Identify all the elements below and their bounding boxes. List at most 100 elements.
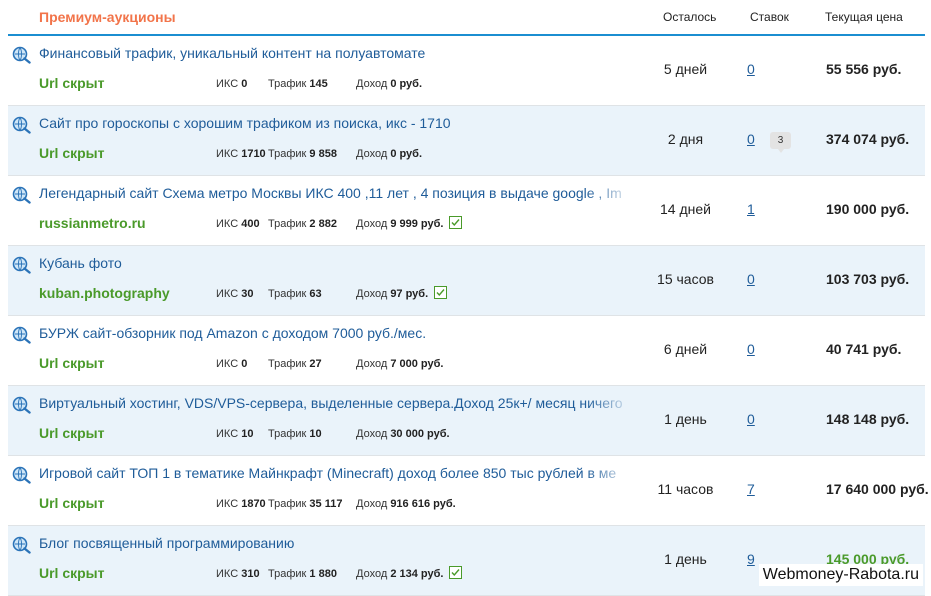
auction-title-link[interactable]: Сайт про гороскопы с хорошим трафиком из… [39, 115, 635, 131]
auction-title-link[interactable]: Виртуальный хостинг, VDS/VPS-сервера, вы… [39, 395, 635, 411]
income-stat: Доход 30 000 руб. [356, 428, 450, 440]
auction-title-link[interactable]: Блог посвященный программированию [39, 535, 635, 551]
income-value: 30 000 руб. [390, 428, 450, 440]
traffic-stat: Трафик 63 [268, 288, 322, 300]
traffic-label: Трафик [268, 358, 307, 370]
current-price: 190 000 руб. [826, 201, 910, 217]
table-row: Сайт про гороскопы с хорошим трафиком из… [8, 106, 925, 176]
traffic-value: 10 [309, 428, 322, 440]
site-url[interactable]: Url скрыт [39, 565, 105, 581]
income-value: 0 руб. [390, 148, 423, 160]
income-stat: Доход 9 999 руб. [356, 218, 443, 230]
iks-value: 0 [241, 78, 248, 90]
site-url[interactable]: Url скрыт [39, 495, 105, 511]
traffic-value: 1 880 [309, 568, 337, 580]
col-current-price[interactable]: Текущая цена [825, 10, 903, 24]
col-bids[interactable]: Ставок [750, 10, 789, 24]
magnifier-globe-icon [12, 536, 32, 554]
checkmark-icon [449, 216, 462, 229]
bids-count-link[interactable]: 0 [747, 131, 755, 147]
table-row: Финансовый трафик, уникальный контент на… [8, 36, 925, 106]
site-url[interactable]: Url скрыт [39, 425, 105, 441]
table-row: Виртуальный хостинг, VDS/VPS-сервера, вы… [8, 386, 925, 456]
iks-stat: ИКС 400 [216, 218, 260, 230]
bids-count-link[interactable]: 1 [747, 201, 755, 217]
iks-value: 10 [241, 428, 254, 440]
income-stat: Доход 0 руб. [356, 78, 422, 90]
bids-count-link[interactable]: 7 [747, 481, 755, 497]
time-left: 2 дня [667, 131, 704, 147]
traffic-value: 9 858 [309, 148, 337, 160]
income-label: Доход [356, 568, 388, 580]
bids-count-link[interactable]: 0 [747, 411, 755, 427]
checkmark-icon [449, 566, 462, 579]
auction-title-link[interactable]: Игровой сайт ТОП 1 в тематике Майнкрафт … [39, 465, 635, 481]
iks-label: ИКС [216, 358, 239, 370]
site-url[interactable]: Url скрыт [39, 355, 105, 371]
iks-value: 310 [241, 568, 260, 580]
bids-count-link[interactable]: 0 [747, 61, 755, 77]
iks-value: 400 [241, 218, 260, 230]
traffic-label: Трафик [268, 218, 307, 230]
magnifier-globe-icon [12, 466, 32, 484]
traffic-value: 63 [309, 288, 322, 300]
iks-stat: ИКС 0 [216, 358, 247, 370]
iks-value: 1870 [241, 498, 266, 510]
iks-stat: ИКС 310 [216, 568, 260, 580]
premium-auctions-table: Премиум-аукционы Осталось Ставок Текущая… [8, 0, 929, 596]
auction-title-link[interactable]: Финансовый трафик, уникальный контент на… [39, 45, 635, 61]
site-url[interactable]: russianmetro.ru [39, 215, 146, 231]
current-price: 17 640 000 руб. [826, 481, 929, 497]
current-price: 40 741 руб. [826, 341, 902, 357]
current-price: 148 148 руб. [826, 411, 910, 427]
income-value: 9 999 руб. [390, 218, 444, 230]
time-left: 1 день [664, 411, 707, 427]
auction-title-link[interactable]: БУРЖ сайт-обзорник под Amazon с доходом … [39, 325, 635, 341]
traffic-value: 27 [309, 358, 322, 370]
iks-label: ИКС [216, 428, 239, 440]
iks-label: ИКС [216, 78, 239, 90]
magnifier-globe-icon [12, 256, 32, 274]
iks-stat: ИКС 30 [216, 288, 253, 300]
traffic-stat: Трафик 1 880 [268, 568, 337, 580]
site-url[interactable]: Url скрыт [39, 145, 105, 161]
income-stat: Доход 916 616 руб. [356, 498, 456, 510]
magnifier-globe-icon [12, 396, 32, 414]
income-label: Доход [356, 218, 388, 230]
col-time-left[interactable]: Осталось [663, 10, 716, 24]
bids-count-link[interactable]: 0 [747, 271, 755, 287]
traffic-stat: Трафик 35 117 [268, 498, 342, 510]
iks-stat: ИКС 0 [216, 78, 247, 90]
site-url[interactable]: Url скрыт [39, 75, 105, 91]
magnifier-globe-icon [12, 46, 32, 64]
iks-label: ИКС [216, 568, 239, 580]
traffic-value: 2 882 [309, 218, 337, 230]
auction-title-link[interactable]: Легендарный сайт Схема метро Москвы ИКС … [39, 185, 635, 201]
table-row: Легендарный сайт Схема метро Москвы ИКС … [8, 176, 925, 246]
income-label: Доход [356, 428, 388, 440]
traffic-label: Трафик [268, 568, 307, 580]
income-value: 0 руб. [390, 78, 423, 90]
bids-count-link[interactable]: 9 [747, 551, 755, 567]
iks-stat: ИКС 1710 [216, 148, 266, 160]
table-header: Премиум-аукционы Осталось Ставок Текущая… [8, 0, 925, 36]
iks-label: ИКС [216, 148, 239, 160]
time-left: 14 дней [660, 201, 711, 217]
income-label: Доход [356, 148, 388, 160]
income-value: 2 134 руб. [390, 568, 444, 580]
time-left: 15 часов [657, 271, 714, 287]
traffic-value: 145 [309, 78, 328, 90]
traffic-value: 35 117 [309, 498, 343, 510]
bids-count-link[interactable]: 0 [747, 341, 755, 357]
iks-label: ИКС [216, 498, 239, 510]
table-row: Кубань фото kuban.photography ИКС 30 Трафик… [8, 246, 925, 316]
income-stat: Доход 0 руб. [356, 148, 422, 160]
traffic-stat: Трафик 27 [268, 358, 322, 370]
site-url[interactable]: kuban.photography [39, 285, 170, 301]
auction-title-link[interactable]: Кубань фото [39, 255, 635, 271]
traffic-label: Трафик [268, 288, 307, 300]
iks-label: ИКС [216, 288, 239, 300]
income-stat: Доход 97 руб. [356, 288, 428, 300]
comments-count-badge[interactable]: 3 [770, 132, 791, 153]
magnifier-globe-icon [12, 326, 32, 344]
